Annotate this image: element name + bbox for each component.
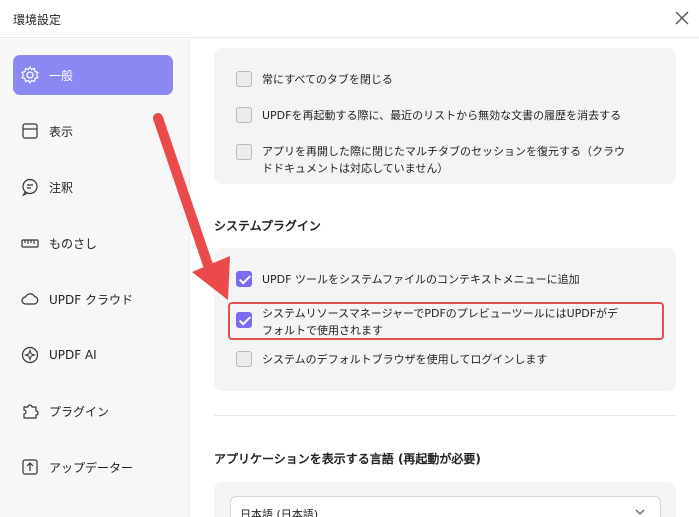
option-close-all-tabs[interactable]: 常にすべてのタブを閉じる bbox=[236, 71, 393, 88]
gear-icon bbox=[21, 66, 39, 84]
divider bbox=[214, 415, 676, 416]
option-context-menu[interactable]: UPDF ツールをシステムファイルのコンテキストメニューに追加 bbox=[236, 271, 580, 288]
checkbox[interactable] bbox=[236, 107, 252, 123]
sidebar-item-label: UPDF AI bbox=[49, 348, 97, 362]
option-label-line1: アプリを再開した際に閉じたマルチタブのセッションを復元する（クラウ bbox=[262, 145, 625, 158]
option-restore-tabs[interactable]: アプリを再開した際に閉じたマルチタブのセッションを復元する（クラウ ドドキュメン… bbox=[236, 143, 625, 177]
option-label-line2: ドドキュメントは対応していません） bbox=[262, 162, 449, 175]
option-label: UPDFを再起動する際に、最近のリストから無効な文書の履歴を消去する bbox=[262, 109, 622, 122]
section-title-system-plugins: システムプラグイン bbox=[214, 219, 321, 233]
option-label: 常にすべてのタブを閉じる bbox=[262, 73, 393, 86]
checkbox[interactable] bbox=[236, 71, 252, 87]
annotation-highlight-box bbox=[228, 302, 664, 340]
sidebar-item-label: UPDF クラウド bbox=[49, 292, 133, 307]
option-clear-invalid-history[interactable]: UPDFを再起動する際に、最近のリストから無効な文書の履歴を消去する bbox=[236, 107, 621, 124]
option-label: システムのデフォルトブラウザを使用してログインします bbox=[262, 353, 548, 366]
sidebar-item-plugins[interactable]: プラグイン bbox=[13, 391, 173, 431]
sidebar: 一般 表示 注釈 ものさし UPDF クラウド UPDF AI プラグイン アッ… bbox=[0, 39, 190, 517]
sidebar-item-ai[interactable]: UPDF AI bbox=[13, 335, 173, 375]
sidebar-item-label: プラグイン bbox=[49, 404, 110, 419]
ai-icon bbox=[21, 346, 39, 364]
ruler-icon bbox=[21, 239, 39, 248]
option-label: アプリを再開した際に閉じたマルチタブのセッションを復元する（クラウ ドドキュメン… bbox=[262, 143, 625, 177]
update-icon bbox=[22, 459, 38, 475]
cloud-icon bbox=[21, 293, 39, 305]
sidebar-item-general[interactable]: 一般 bbox=[13, 55, 173, 95]
close-icon[interactable] bbox=[672, 8, 692, 28]
section-title-language: アプリケーションを表示する言語 (再起動が必要) bbox=[214, 452, 481, 466]
sidebar-item-label: 注釈 bbox=[49, 180, 74, 195]
checkbox[interactable] bbox=[236, 351, 252, 367]
checkbox-checked[interactable] bbox=[236, 271, 252, 287]
option-label: UPDF ツールをシステムファイルのコンテキストメニューに追加 bbox=[262, 273, 580, 286]
sidebar-item-ruler[interactable]: ものさし bbox=[13, 223, 173, 263]
checkbox[interactable] bbox=[236, 144, 252, 160]
sidebar-item-label: アップデーター bbox=[49, 460, 134, 475]
language-select[interactable]: 日本語 (日本語) bbox=[230, 496, 661, 517]
sidebar-item-label: 一般 bbox=[49, 68, 74, 83]
sidebar-item-annotation[interactable]: 注釈 bbox=[13, 167, 173, 207]
comment-icon bbox=[22, 178, 38, 197]
display-icon bbox=[22, 123, 38, 139]
sidebar-item-label: 表示 bbox=[49, 124, 74, 139]
sidebar-item-cloud[interactable]: UPDF クラウド bbox=[13, 279, 173, 319]
chevron-down-icon bbox=[635, 509, 645, 515]
option-default-browser-login[interactable]: システムのデフォルトブラウザを使用してログインします bbox=[236, 351, 547, 368]
settings-panel: 常にすべてのタブを閉じる UPDFを再起動する際に、最近のリストから無効な文書の… bbox=[191, 39, 699, 517]
window-title: 環境設定 bbox=[13, 13, 62, 27]
language-select-value: 日本語 (日本語) bbox=[240, 508, 319, 517]
plugin-icon bbox=[23, 404, 39, 419]
title-bar: 環境設定 bbox=[0, 0, 699, 38]
sidebar-item-display[interactable]: 表示 bbox=[13, 111, 173, 151]
sidebar-item-label: ものさし bbox=[49, 236, 98, 251]
sidebar-item-updater[interactable]: アップデーター bbox=[13, 447, 173, 487]
